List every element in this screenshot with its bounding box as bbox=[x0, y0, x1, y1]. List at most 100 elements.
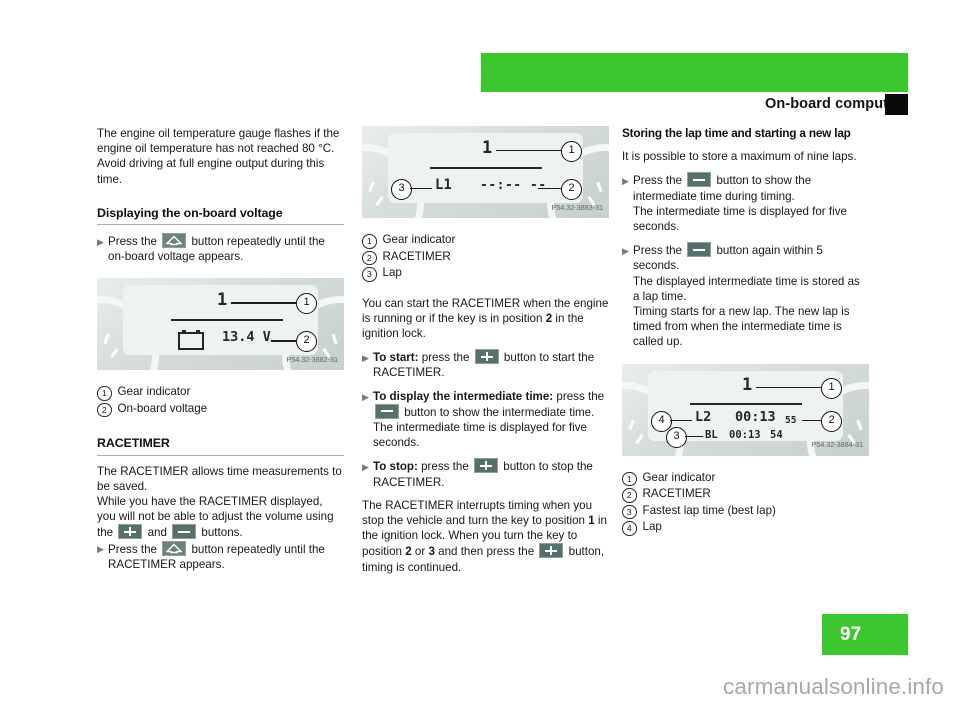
caption-label: Gear indicator bbox=[642, 470, 716, 484]
caption-label: Gear indicator bbox=[117, 385, 191, 399]
caption-item: 1 Gear indicator bbox=[97, 384, 344, 401]
figure-code: P54.32-3884-31 bbox=[811, 440, 863, 450]
minus-button-icon[interactable] bbox=[687, 172, 712, 188]
step-display-intermediate: To display the intermediate time: press … bbox=[362, 389, 609, 420]
lcd-gear-indicator: 1 bbox=[217, 290, 228, 311]
caption-number: 4 bbox=[622, 521, 637, 536]
plus-button-icon[interactable] bbox=[539, 543, 564, 559]
caption-label: Gear indicator bbox=[382, 233, 456, 246]
caption-number: 1 bbox=[362, 234, 377, 249]
caption-item: 2 RACETIMER bbox=[362, 249, 609, 265]
step-text-pre: Press the bbox=[633, 174, 682, 188]
paragraph-interrupt: The RACETIMER interrupts timing when you… bbox=[362, 498, 609, 575]
step-label-to-start: To start: bbox=[373, 351, 419, 365]
step-label-display-intermediate: To display the intermediate time: bbox=[373, 389, 554, 403]
caption-number: 3 bbox=[622, 504, 637, 520]
caption-label: On-board voltage bbox=[117, 401, 208, 415]
up-arrow-button-icon[interactable] bbox=[162, 540, 187, 556]
callout-leader-line bbox=[410, 188, 432, 190]
caption-label: RACETIMER bbox=[382, 249, 451, 263]
lcd-time-value: --:-- -- bbox=[480, 178, 547, 193]
lcd-voltage-value: 13.4 V bbox=[222, 329, 271, 346]
caption-number: 3 bbox=[362, 267, 377, 282]
callout-leader-line bbox=[685, 435, 703, 438]
lcd-lap-hundredths: 55 bbox=[785, 414, 797, 426]
heading-racetimer: RACETIMER bbox=[97, 436, 344, 456]
triangle-bullet-icon bbox=[362, 458, 373, 472]
lcd-lap-time: 00:13 bbox=[735, 408, 776, 425]
minus-button-icon[interactable] bbox=[687, 242, 712, 258]
note-stored-as-lap-time: The displayed intermediate time is store… bbox=[633, 274, 860, 303]
callout-3: 3 bbox=[666, 426, 687, 448]
triangle-bullet-icon bbox=[97, 541, 108, 555]
subsection-title: On-board computer bbox=[764, 96, 902, 112]
step-text-pre: Press the bbox=[633, 244, 682, 258]
interrupt-text-or: or bbox=[414, 545, 426, 559]
minus-button-icon[interactable] bbox=[375, 403, 399, 419]
caption-item: 1 Gear indicator bbox=[362, 232, 609, 249]
lcd-best-label: BL bbox=[705, 428, 718, 441]
caption-list-lap-stored: 1 Gear indicator 2 RACETIMER 3 Fastest l… bbox=[622, 470, 869, 536]
section-header-bar bbox=[481, 53, 908, 92]
plus-button-icon[interactable] bbox=[474, 349, 499, 365]
caption-item: 2 On-board voltage bbox=[97, 401, 344, 418]
step-text-mid: press the bbox=[556, 389, 605, 403]
figure-racetimer-lap-stored: 1 1 4 L2 00:13 55 2 3 BL 00:13 54 P54.32… bbox=[622, 363, 869, 456]
figure-onboard-voltage: 1 1 13.4 V 2 P54.32-3882-31 bbox=[97, 278, 344, 371]
lcd-gear-indicator: 1 bbox=[482, 138, 493, 158]
caption-label: Lap bbox=[642, 520, 662, 534]
note-new-lap-timing: Timing starts for a new lap. The new lap… bbox=[633, 305, 850, 349]
column-middle: 1 1 3 L1 --:-- -- 2 P54.32-3883-31 1 Gea… bbox=[362, 126, 609, 575]
step-show-racetimer: Press the button repeatedly until the RA… bbox=[97, 540, 344, 572]
intro-paragraph: The engine oil temperature gauge flashes… bbox=[97, 127, 340, 186]
up-arrow-button-icon[interactable] bbox=[162, 233, 187, 249]
step-label-to-stop: To stop: bbox=[373, 460, 418, 474]
caption-item: 2 RACETIMER bbox=[622, 486, 869, 503]
plus-button-icon[interactable] bbox=[118, 524, 143, 540]
caption-item: 3 Lap bbox=[362, 265, 609, 282]
callout-1: 1 bbox=[821, 377, 842, 399]
callout-leader-line bbox=[496, 150, 561, 152]
caption-number: 2 bbox=[362, 250, 377, 265]
chapter-tab-marker bbox=[885, 94, 908, 115]
step-text-mid: press the bbox=[421, 351, 470, 365]
page-number: 97 bbox=[840, 624, 862, 645]
caption-list-voltage: 1 Gear indicator 2 On-board voltage bbox=[97, 384, 344, 418]
step-show-intermediate-text: Press the button to show the intermediat… bbox=[633, 172, 869, 203]
battery-icon bbox=[178, 330, 204, 351]
racetimer-paragraph-2: While you have the RACETIMER displayed, … bbox=[97, 494, 344, 541]
callout-leader-line bbox=[756, 386, 821, 389]
triangle-bullet-icon bbox=[362, 389, 373, 403]
interrupt-text-a: The RACETIMER interrupts timing when you… bbox=[362, 498, 593, 527]
column-right: Storing the lap time and starting a new … bbox=[622, 126, 869, 536]
lcd-gear-indicator: 1 bbox=[742, 374, 753, 395]
step-show-racetimer-text: Press the button repeatedly until the RA… bbox=[108, 540, 344, 572]
callout-1: 1 bbox=[561, 141, 582, 162]
racetimer-p2-part-b: and bbox=[147, 526, 167, 540]
step-to-stop: To stop: press the button to stop the RA… bbox=[362, 458, 609, 489]
ignition-position-2: 2 bbox=[545, 311, 553, 325]
caption-number: 1 bbox=[622, 471, 637, 487]
caption-number: 2 bbox=[622, 488, 637, 503]
heading-storing-lap-time: Storing the lap time and starting a new … bbox=[622, 126, 851, 140]
callout-2: 2 bbox=[561, 179, 582, 200]
step-to-stop-text: To stop: press the button to stop the RA… bbox=[373, 458, 609, 489]
minus-button-icon[interactable] bbox=[172, 524, 197, 540]
ignition-position-2b: 2 bbox=[405, 545, 412, 559]
step-to-start-text: To start: press the button to start the … bbox=[373, 349, 609, 380]
ignition-position-3: 3 bbox=[428, 545, 435, 559]
callout-2: 2 bbox=[821, 410, 842, 432]
figure-code: P54.32-3882-31 bbox=[286, 355, 338, 365]
step-show-voltage: Press the button repeatedly until the on… bbox=[97, 233, 344, 264]
step-to-start: To start: press the button to start the … bbox=[362, 349, 609, 380]
column-left: The engine oil temperature gauge flashes… bbox=[97, 126, 344, 572]
callout-leader-line bbox=[802, 419, 821, 422]
plus-button-icon[interactable] bbox=[474, 458, 499, 474]
site-watermark: carmanualsonline.info bbox=[723, 674, 944, 699]
callout-leader-line bbox=[271, 340, 296, 342]
page-number-badge: 97 bbox=[822, 614, 908, 655]
step-text-pre: Press the bbox=[108, 542, 157, 556]
caption-label: Lap bbox=[382, 266, 402, 279]
figure-code: P54.32-3883-31 bbox=[551, 202, 603, 212]
caption-item: 3 Fastest lap time (best lap) bbox=[622, 503, 869, 520]
